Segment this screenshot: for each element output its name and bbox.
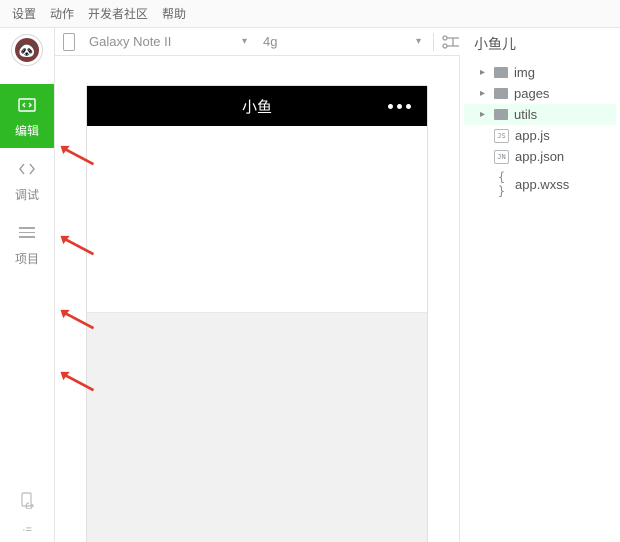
project-title[interactable]: 小鱼儿 [460, 28, 620, 60]
caret-right-icon: ▸ [480, 67, 488, 78]
code-icon [16, 94, 38, 116]
sidebar-bottom-caption: ·= [22, 524, 32, 536]
phone-icon [63, 33, 75, 51]
tree-file-app-wxss[interactable]: ▸ { } app.wxss [464, 167, 616, 201]
tree-file-app-js[interactable]: ▸ JS app.js [464, 125, 616, 146]
menu-item-settings[interactable]: 设置 [12, 5, 36, 22]
device-select[interactable]: Galaxy Note II ▾ [83, 32, 253, 51]
menu-item-actions[interactable]: 动作 [50, 5, 74, 22]
file-explorer: 小鱼儿 ▸ img ▸ pages ▸ utils ▸ JS app.js ▸ … [460, 28, 620, 542]
tree-item-label: app.js [515, 128, 550, 143]
folder-icon [494, 67, 508, 78]
sidebar-item-label: 项目 [15, 250, 39, 267]
phone-header: 小鱼 [87, 86, 427, 126]
tree-item-label: app.wxss [515, 177, 569, 192]
tree-item-label: img [514, 65, 535, 80]
more-icon[interactable] [388, 104, 411, 109]
tree-item-label: app.json [515, 149, 564, 164]
menu-item-help[interactable]: 帮助 [162, 5, 186, 22]
tree-file-app-json[interactable]: ▸ JN app.json [464, 146, 616, 167]
tree-folder-pages[interactable]: ▸ pages [464, 83, 616, 104]
avatar-icon: 🐼 [15, 38, 39, 62]
avatar[interactable]: 🐼 [11, 34, 43, 66]
network-select[interactable]: 4g ▾ [257, 32, 427, 51]
sidebar-item-label: 调试 [15, 186, 39, 203]
folder-icon [494, 109, 508, 120]
file-tree: ▸ img ▸ pages ▸ utils ▸ JS app.js ▸ JN a… [460, 60, 620, 203]
tree-item-label: pages [514, 86, 549, 101]
network-select-label: 4g [263, 34, 277, 49]
tree-folder-utils[interactable]: ▸ utils [464, 104, 616, 125]
device-select-label: Galaxy Note II [89, 34, 171, 49]
chevron-down-icon: ▾ [416, 36, 421, 47]
wxss-file-icon: { } [494, 170, 509, 198]
caret-right-icon: ▸ [480, 88, 488, 99]
phone-body-bottom [87, 312, 427, 542]
caret-right-icon: ▸ [480, 109, 488, 120]
json-file-icon: JN [494, 150, 509, 164]
sidebar: 🐼 编辑 调试 项目 · [0, 28, 55, 542]
refresh-icon[interactable] [17, 490, 37, 510]
phone-title: 小鱼 [242, 96, 272, 117]
toolbar-divider [433, 33, 434, 51]
tree-folder-img[interactable]: ▸ img [464, 62, 616, 83]
sidebar-item-project[interactable]: 项目 [0, 212, 54, 276]
phone-body-top [87, 126, 427, 312]
tree-item-label: utils [514, 107, 537, 122]
structure-icon[interactable] [440, 33, 462, 51]
js-file-icon: JS [494, 129, 509, 143]
code-brackets-icon [16, 158, 38, 180]
project-title-label: 小鱼儿 [474, 34, 516, 54]
phone-simulator: 小鱼 [87, 86, 427, 542]
sidebar-item-debug[interactable]: 调试 [0, 148, 54, 212]
chevron-down-icon: ▾ [242, 36, 247, 47]
menu-item-devcommunity[interactable]: 开发者社区 [88, 5, 148, 22]
preview-pane: 小鱼 [55, 56, 460, 542]
folder-icon [494, 88, 508, 99]
sidebar-item-label: 编辑 [15, 122, 39, 139]
sidebar-bottom: ·= [0, 490, 54, 542]
hamburger-icon [16, 222, 38, 244]
sidebar-item-edit[interactable]: 编辑 [0, 84, 54, 148]
menubar: 设置 动作 开发者社区 帮助 [0, 0, 620, 28]
